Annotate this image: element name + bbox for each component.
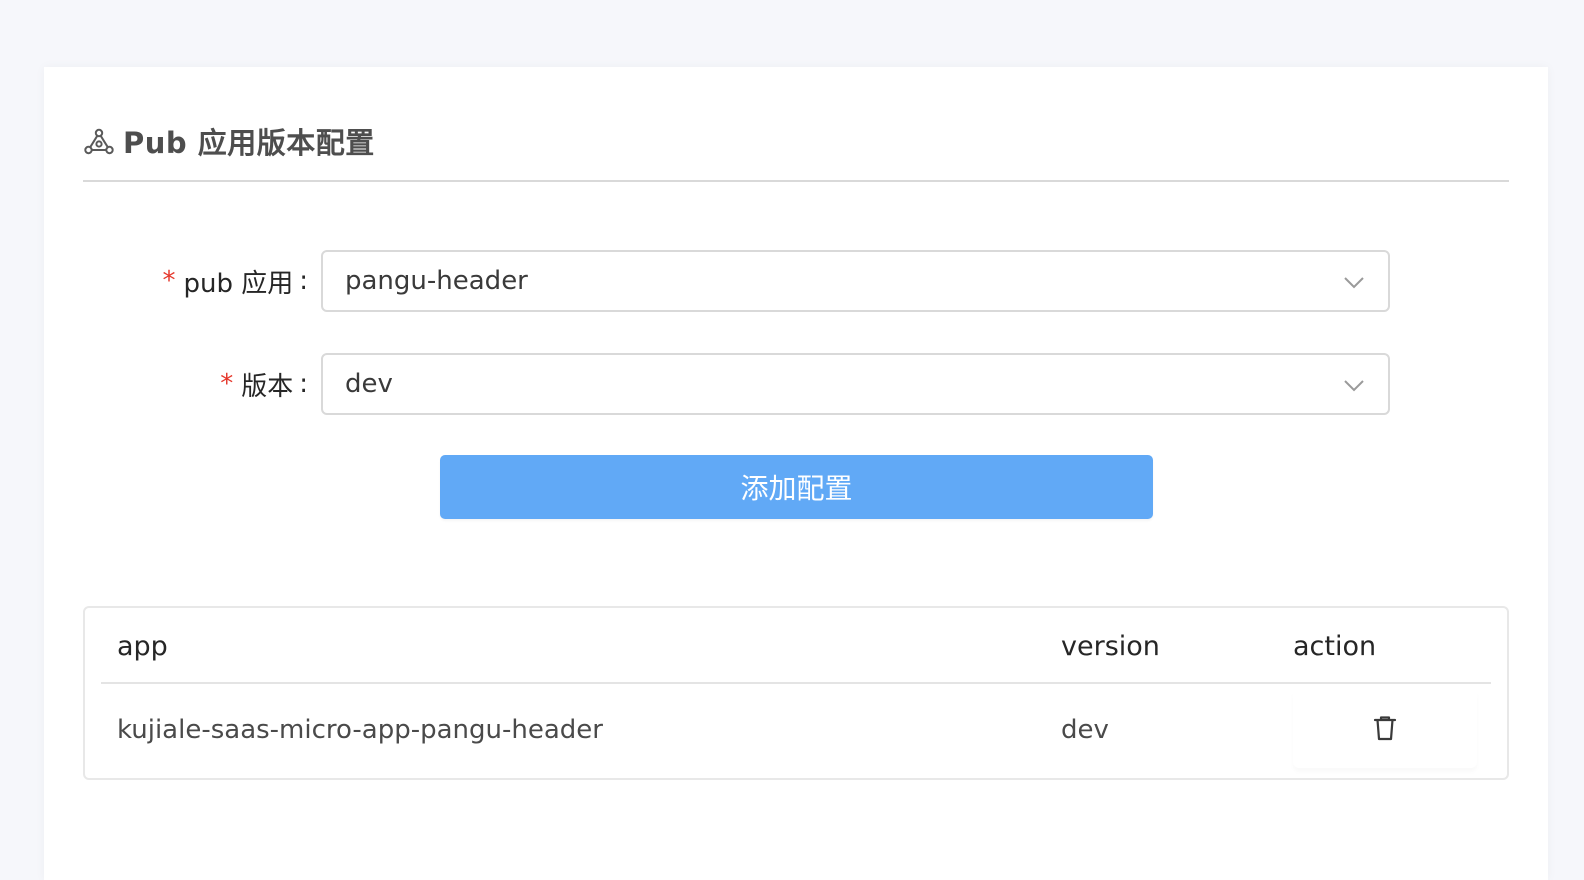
cell-action (1293, 688, 1477, 768)
table-header: app version action (101, 608, 1491, 684)
app-field-label: * pub 应用 : (162, 250, 308, 312)
version-field-label-text: 版本 (241, 371, 294, 402)
config-table: app version action kujiale-saas-micro-ap… (83, 606, 1509, 780)
column-header-app: app (117, 630, 168, 662)
label-colon: : (299, 266, 308, 296)
required-mark: * (220, 369, 234, 399)
card-header: Pub 应用版本配置 (83, 119, 375, 163)
add-config-button[interactable]: 添加配置 (440, 455, 1153, 519)
app-field-label-text: pub 应用 (183, 268, 294, 299)
cell-version: dev (1061, 715, 1109, 745)
chevron-down-icon (1342, 373, 1366, 397)
app-select-value: pangu-header (345, 266, 528, 296)
version-select-value: dev (345, 369, 393, 399)
version-field-label: * 版本 : (220, 353, 308, 415)
form-row-app: * pub 应用 : pangu-header (44, 250, 1548, 312)
header-divider (83, 180, 1509, 182)
chevron-down-icon (1342, 270, 1366, 294)
cell-app: kujiale-saas-micro-app-pangu-header (117, 715, 603, 745)
form-row-version: * 版本 : dev (44, 353, 1548, 415)
table-row: kujiale-saas-micro-app-pangu-header dev (101, 684, 1491, 776)
label-colon: : (299, 369, 308, 399)
column-header-version: version (1061, 630, 1160, 662)
page-title: Pub 应用版本配置 (123, 126, 375, 160)
trash-icon[interactable] (1367, 710, 1403, 746)
column-header-action: action (1293, 630, 1377, 662)
config-card: Pub 应用版本配置 * pub 应用 : pangu-header * 版本 … (44, 67, 1548, 880)
deployment-unit-icon (83, 125, 115, 157)
app-select[interactable]: pangu-header (321, 250, 1390, 312)
version-select[interactable]: dev (321, 353, 1390, 415)
required-mark: * (162, 266, 176, 296)
